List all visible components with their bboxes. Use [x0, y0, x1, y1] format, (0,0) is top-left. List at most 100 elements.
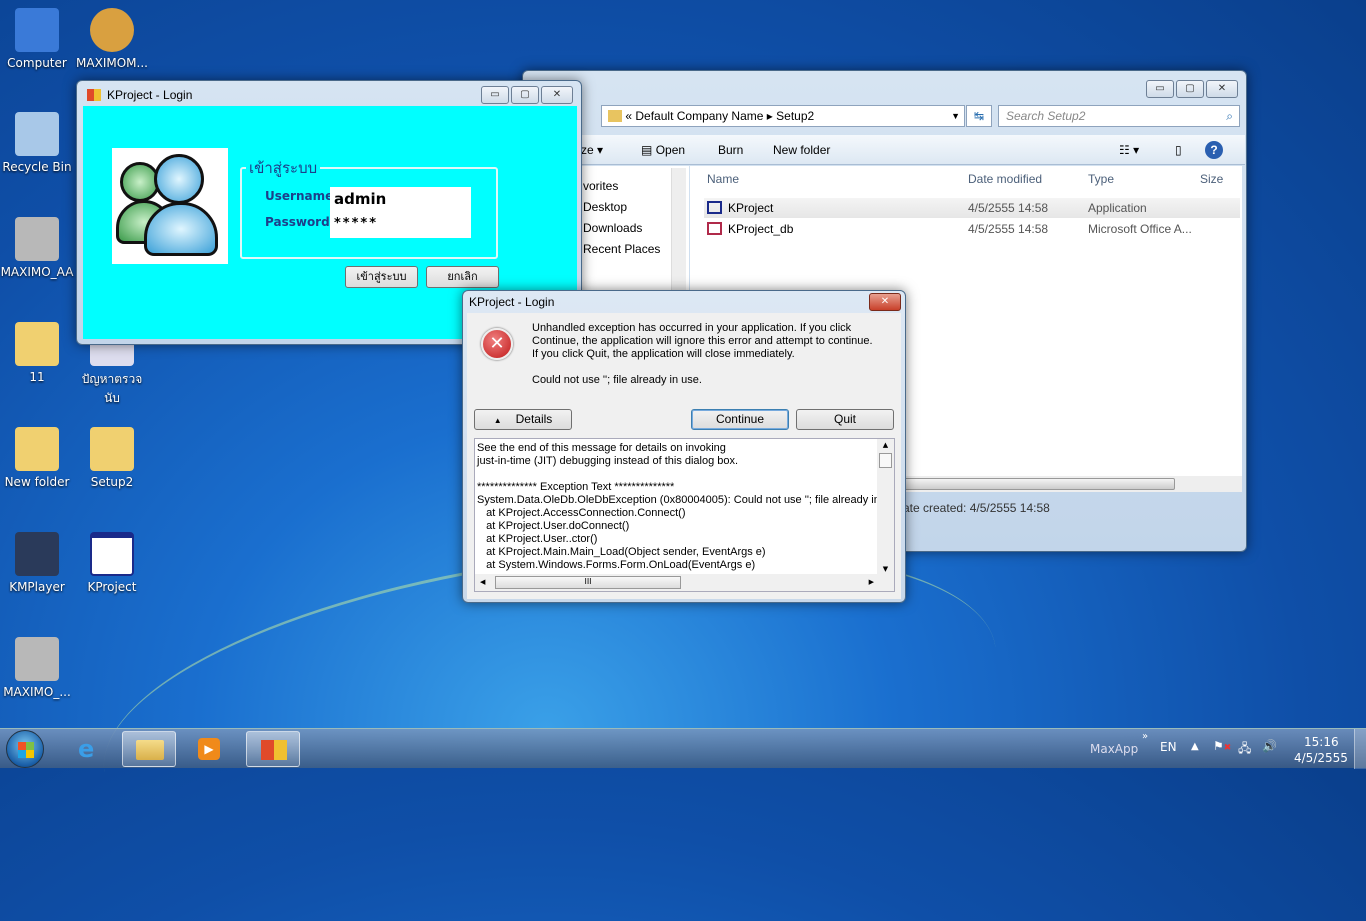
close-button[interactable]: ✕ [1206, 80, 1238, 98]
trace-line: See the end of this message for details … [477, 442, 726, 454]
trace-line: just-in-time (JIT) debugging instead of … [477, 455, 739, 467]
desktop-icon-label: Setup2 [90, 475, 134, 489]
column-type[interactable]: Type [1088, 172, 1114, 186]
breadcrumb-current[interactable]: Setup2 [776, 109, 814, 123]
desktop-icon-kmplayer[interactable]: KMPlayer [0, 532, 74, 594]
desktop-icon-label: MAXIMO_... [3, 685, 71, 699]
login-button[interactable]: เข้าสู่ระบบ [345, 266, 418, 288]
desktop-icon-label: Recycle Bin [2, 160, 72, 174]
triangle-up-icon: ▲ [493, 416, 502, 425]
desktop-icon-maximom[interactable]: MAXIMOM... [75, 8, 149, 70]
desktop-icon-setup2[interactable]: Setup2 [75, 427, 149, 489]
horizontal-scrollbar[interactable]: ◀ III ▶ [475, 574, 894, 591]
desktop-icon-recycle-bin[interactable]: Recycle Bin [0, 112, 74, 174]
kmplayer-shortcut-icon [15, 532, 59, 576]
application-icon [707, 201, 722, 214]
trace-line: at KProject.User.doConnect() [477, 520, 630, 532]
vertical-scrollbar[interactable]: ▲ ▼ [877, 439, 894, 575]
file-row[interactable]: KProject 4/5/2555 14:58 Application [704, 198, 1240, 218]
maximize-button[interactable]: ▢ [1176, 80, 1204, 98]
taskbar-media-player[interactable]: ▶ [182, 731, 236, 767]
app-icon [87, 89, 101, 101]
quit-button[interactable]: Quit [796, 409, 894, 430]
taskbar: e ▶ MaxApp » EN ▲ ⚑✖ 🖧 🔊 15:16 4/5/2555 [0, 728, 1366, 769]
compass-shortcut-icon [90, 8, 134, 52]
trace-textbox[interactable]: See the end of this message for details … [474, 438, 895, 592]
file-date: 4/5/2555 14:58 [968, 222, 1049, 236]
desktop-icon-label: 11 [29, 370, 45, 384]
address-bar[interactable]: « Default Company Name ▸ Setup2 ▼ [601, 105, 965, 127]
column-name[interactable]: Name [707, 172, 739, 186]
username-label: Username: [265, 189, 339, 203]
windows-logo-icon [18, 742, 34, 758]
desktop-icon-label: New folder [4, 475, 70, 489]
desktop-icon-kproject[interactable]: KProject [75, 532, 149, 594]
open-icon: ▤ [641, 143, 653, 157]
nav-item[interactable]: Downloads [583, 221, 642, 235]
close-button[interactable]: ✕ [869, 293, 901, 311]
desktop-icon-computer[interactable]: Computer [0, 8, 74, 70]
minimize-button[interactable]: ▭ [1146, 80, 1174, 98]
breadcrumb-parent[interactable]: Default Company Name [635, 109, 763, 123]
search-input[interactable]: Search Setup2 ⌕ [998, 105, 1240, 127]
clock-date[interactable]: 4/5/2555 [1294, 751, 1348, 765]
minimize-button[interactable]: ▭ [481, 86, 509, 104]
network-icon[interactable]: 🖧 [1238, 739, 1251, 760]
recycle-bin-icon [15, 112, 59, 156]
trace-line: at KProject.AccessConnection.Connect() [477, 507, 686, 519]
error-dialog: KProject - Login ✕ ✕ Unhandled exception… [462, 290, 906, 603]
organize-menu[interactable]: ze ▾ [581, 135, 603, 165]
show-hidden-icons-button[interactable]: ▲ [1191, 741, 1199, 752]
toolbar: ze ▾ ▤ Open Burn New folder ☷ ▾ ▯ ? [579, 135, 1245, 165]
taskbar-internet-explorer[interactable]: e [64, 731, 118, 767]
maxapp-toolbar[interactable]: MaxApp [1090, 742, 1138, 756]
trace-line: at System.Windows.Forms.Form.OnLoad(Even… [477, 559, 756, 571]
cancel-button[interactable]: ยกเลิก [426, 266, 499, 288]
desktop-icon-label: KMPlayer [9, 580, 65, 594]
start-button[interactable] [6, 730, 44, 768]
view-options-icon[interactable]: ☷ ▾ [1119, 135, 1139, 165]
password-label: Password: [265, 215, 335, 229]
nav-item[interactable]: Recent Places [583, 242, 660, 256]
folder-icon [608, 110, 622, 122]
username-input[interactable]: admin [330, 187, 471, 213]
action-center-flag-icon[interactable]: ⚑✖ [1213, 739, 1231, 753]
chevron-down-icon[interactable]: ▼ [951, 106, 960, 126]
nav-item[interactable]: Desktop [583, 200, 627, 214]
groupbox-title: เข้าสู่ระบบ [246, 156, 321, 180]
language-indicator[interactable]: EN [1160, 740, 1177, 754]
details-button[interactable]: ▲ Details [474, 409, 572, 430]
new-folder-button[interactable]: New folder [773, 135, 830, 165]
clock-time[interactable]: 15:16 [1304, 735, 1339, 749]
desktop-icon-maximo[interactable]: MAXIMO_... [0, 637, 74, 699]
maximize-button[interactable]: ▢ [511, 86, 539, 104]
error-icon: ✕ [481, 328, 513, 360]
continue-button[interactable]: Continue [691, 409, 789, 430]
desktop-icon-11[interactable]: 11 [0, 322, 74, 384]
file-row[interactable]: KProject_db 4/5/2555 14:58 Microsoft Offic… [704, 219, 1240, 239]
desktop-icon-new-folder[interactable]: New folder [0, 427, 74, 489]
nav-item[interactable]: vorites [583, 179, 618, 193]
folder-icon [15, 322, 59, 366]
preview-pane-icon[interactable]: ▯ [1175, 135, 1182, 165]
open-button[interactable]: ▤ Open [641, 135, 685, 165]
column-size[interactable]: Size [1200, 172, 1223, 186]
file-type: Application [1088, 201, 1147, 215]
burn-button[interactable]: Burn [718, 135, 743, 165]
taskbar-kproject[interactable] [246, 731, 300, 767]
volume-icon[interactable]: 🔊 [1262, 739, 1277, 753]
toolbar-expand-icon[interactable]: » [1142, 731, 1148, 742]
breadcrumb-overflow[interactable]: « [625, 109, 632, 123]
dialog-body: ✕ Unhandled exception has occurred in yo… [467, 313, 901, 599]
desktop-icon-maximo-aa[interactable]: MAXIMO_AA [0, 217, 74, 279]
error-message: Unhandled exception has occurred in your… [532, 322, 873, 360]
refresh-button[interactable]: ↹ [966, 105, 992, 127]
dialog-title: KProject - Login [469, 295, 555, 309]
maximo-shortcut-icon [15, 637, 59, 681]
show-desktop-button[interactable] [1354, 729, 1366, 769]
taskbar-windows-explorer[interactable] [122, 731, 176, 767]
password-input[interactable]: ***** [330, 213, 471, 238]
close-button[interactable]: ✕ [541, 86, 573, 104]
column-date-modified[interactable]: Date modified [968, 172, 1042, 186]
help-icon[interactable]: ? [1205, 141, 1223, 159]
